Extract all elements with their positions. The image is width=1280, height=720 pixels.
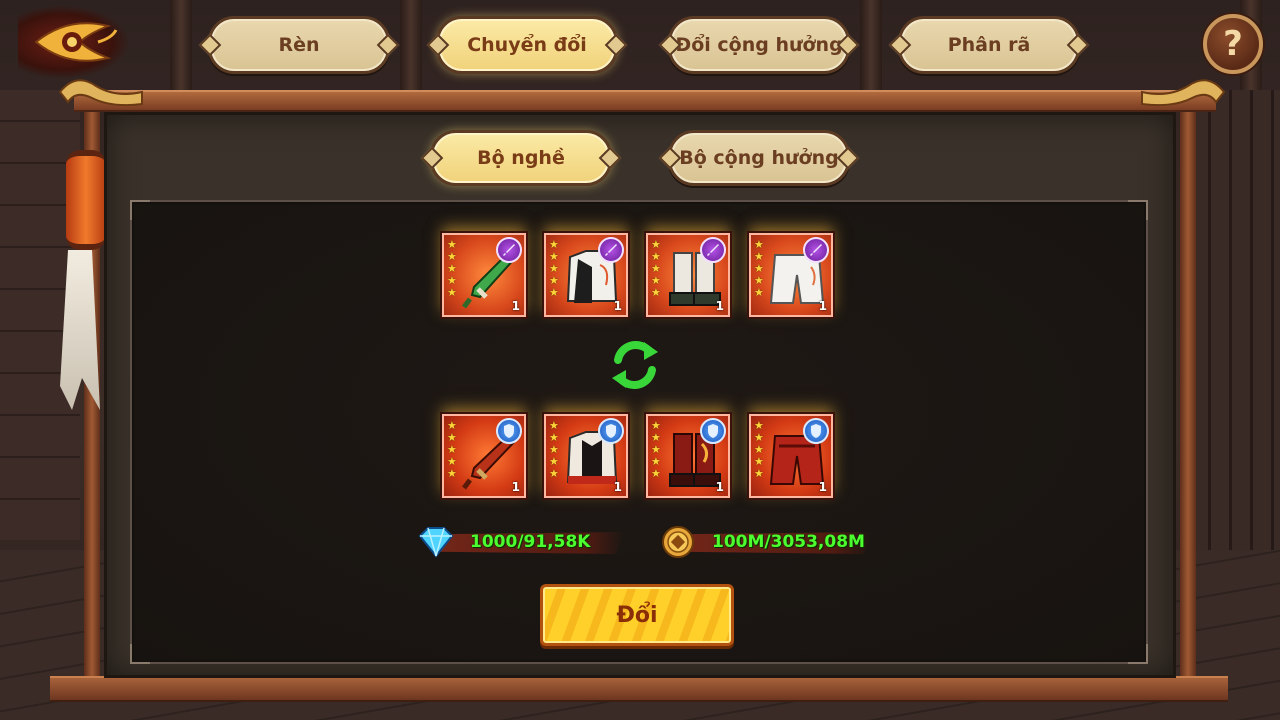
- help-button[interactable]: ?: [1203, 14, 1263, 74]
- dagger-icon: [503, 244, 515, 256]
- tab-label: Chuyển đổi: [467, 34, 587, 56]
- coin-cost-text: 100M/3053,08M: [712, 532, 865, 552]
- lantern-decoration: [66, 150, 106, 250]
- tab-label: Rèn: [278, 34, 320, 56]
- coin-cost: 100M/3053,08M: [656, 524, 872, 560]
- star-rating: ★ ★ ★ ★ ★: [549, 238, 559, 299]
- purple-dagger-badge: [803, 237, 829, 263]
- convert-button-label: Đổi: [616, 602, 658, 628]
- target-item-sword[interactable]: ★ ★ ★ ★ ★ 1: [442, 414, 526, 498]
- frame-bottom-bar: [50, 676, 1228, 702]
- gem-cost-text: 1000/91,58K: [470, 532, 591, 552]
- dagger-icon: [707, 244, 719, 256]
- item-level: 1: [511, 480, 520, 494]
- tab-convert[interactable]: Chuyển đổi: [436, 16, 618, 74]
- gem-cost: 1000/91,58K: [414, 524, 628, 560]
- swap-arrows-icon[interactable]: [606, 336, 664, 394]
- star-rating: ★ ★ ★ ★ ★: [651, 419, 661, 480]
- source-item-armor[interactable]: ★ ★ ★ ★ ★ 1: [544, 233, 628, 317]
- panel-corner: [130, 644, 150, 664]
- frame-ornament-left: [58, 79, 143, 107]
- item-level: 1: [511, 299, 520, 313]
- item-level: 1: [613, 480, 622, 494]
- frame-top-bar: [74, 90, 1216, 112]
- item-level: 1: [818, 480, 827, 494]
- purple-dagger-badge: [496, 237, 522, 263]
- shield-icon: [504, 424, 514, 438]
- blue-shield-badge: [598, 418, 624, 444]
- background-wall-right: [1190, 90, 1280, 570]
- panel-corner: [1128, 644, 1148, 664]
- purple-dagger-badge: [700, 237, 726, 263]
- tab-forge[interactable]: Rèn: [208, 16, 390, 74]
- star-rating: ★ ★ ★ ★ ★: [549, 419, 559, 480]
- back-button[interactable]: [18, 6, 128, 78]
- tab-resonance-exchange[interactable]: Đổi cộng hưởng: [668, 16, 850, 74]
- item-level: 1: [613, 299, 622, 313]
- diamond-icon: [418, 527, 454, 558]
- frame-pole-right: [1180, 100, 1196, 690]
- star-rating: ★ ★ ★ ★ ★: [651, 238, 661, 299]
- tab-label: Đổi cộng hưởng: [675, 34, 843, 56]
- target-item-armor[interactable]: ★ ★ ★ ★ ★ 1: [544, 414, 628, 498]
- eye-swirl-back-icon: [34, 22, 118, 62]
- blue-shield-badge: [700, 418, 726, 444]
- source-item-boots[interactable]: ★ ★ ★ ★ ★ 1: [646, 233, 730, 317]
- coin-icon: [662, 526, 694, 558]
- purple-dagger-badge: [598, 237, 624, 263]
- panel-corner: [130, 200, 150, 220]
- shield-icon: [708, 424, 718, 438]
- blue-shield-badge: [803, 418, 829, 444]
- target-item-pants[interactable]: ★ ★ ★ ★ ★ 1: [749, 414, 833, 498]
- subtab-label: Bộ nghề: [477, 147, 565, 169]
- dagger-icon: [810, 244, 822, 256]
- subtab-profession-set[interactable]: Bộ nghề: [430, 130, 612, 186]
- star-rating: ★ ★ ★ ★ ★: [754, 238, 764, 299]
- star-rating: ★ ★ ★ ★ ★: [447, 419, 457, 480]
- item-level: 1: [818, 299, 827, 313]
- panel-corner: [1128, 200, 1148, 220]
- tab-disassemble[interactable]: Phân rã: [898, 16, 1080, 74]
- source-item-sword[interactable]: ★ ★ ★ ★ ★ 1: [442, 233, 526, 317]
- shield-icon: [606, 424, 616, 438]
- shield-icon: [811, 424, 821, 438]
- dagger-icon: [605, 244, 617, 256]
- tab-label: Phân rã: [947, 34, 1031, 56]
- subtab-label: Bộ cộng hưởng: [679, 147, 839, 169]
- item-level: 1: [715, 480, 724, 494]
- convert-button[interactable]: Đổi: [540, 584, 734, 646]
- subtab-resonance-set[interactable]: Bộ cộng hưởng: [668, 130, 850, 186]
- frame-ornament-right: [1141, 79, 1226, 107]
- star-rating: ★ ★ ★ ★ ★: [447, 238, 457, 299]
- star-rating: ★ ★ ★ ★ ★: [754, 419, 764, 480]
- question-mark-icon: ?: [1223, 24, 1243, 64]
- item-level: 1: [715, 299, 724, 313]
- source-item-pants[interactable]: ★ ★ ★ ★ ★ 1: [749, 233, 833, 317]
- blue-shield-badge: [496, 418, 522, 444]
- target-item-boots[interactable]: ★ ★ ★ ★ ★ 1: [646, 414, 730, 498]
